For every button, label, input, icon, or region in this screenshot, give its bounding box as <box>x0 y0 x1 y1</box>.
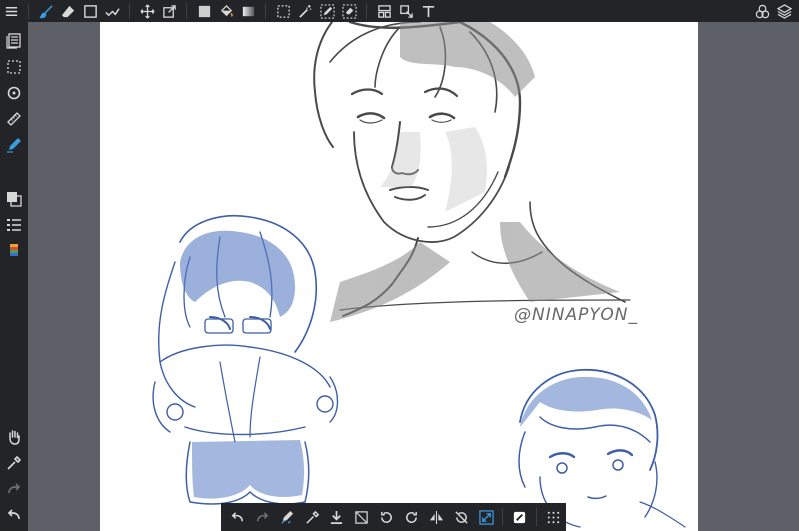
pen-snap-icon[interactable] <box>275 503 300 531</box>
ruler-icon[interactable] <box>3 108 25 130</box>
flip-icon[interactable] <box>424 503 449 531</box>
undo-icon[interactable] <box>3 504 25 526</box>
brush-icon[interactable] <box>35 0 57 22</box>
list-icon[interactable] <box>3 214 25 236</box>
rotate-right-icon[interactable] <box>399 503 424 531</box>
color-swap-icon[interactable] <box>507 503 532 531</box>
select-rect-icon[interactable] <box>272 0 294 22</box>
menu-icon[interactable] <box>0 0 22 22</box>
rotate-left-icon[interactable] <box>374 503 399 531</box>
reset-rotation-icon[interactable] <box>449 503 474 531</box>
left-sidebar <box>0 22 28 531</box>
portrait-skin-shade <box>380 127 487 212</box>
eyedropper-icon[interactable] <box>300 503 325 531</box>
bucket-icon[interactable] <box>215 0 237 22</box>
eraser-icon[interactable] <box>57 0 79 22</box>
select-eraser-icon[interactable] <box>338 0 360 22</box>
toolbar-divider <box>366 3 367 19</box>
redo-icon[interactable] <box>250 503 275 531</box>
fit-screen-icon[interactable] <box>474 503 499 531</box>
bottom-toolbar <box>221 503 566 531</box>
transform-icon[interactable] <box>158 0 180 22</box>
smudge-icon[interactable] <box>101 0 123 22</box>
app-window: @NINAPYON_ <box>0 0 799 531</box>
pages-icon[interactable] <box>3 30 25 52</box>
drawing-canvas[interactable]: @NINAPYON_ <box>100 22 698 531</box>
toolbar-divider <box>502 508 504 526</box>
frame-icon[interactable] <box>373 0 395 22</box>
move-icon[interactable] <box>136 0 158 22</box>
chibi-left-pants-fill <box>192 440 305 499</box>
gradient-icon[interactable] <box>237 0 259 22</box>
select-pen-icon[interactable] <box>316 0 338 22</box>
top-toolbar <box>0 0 799 22</box>
hand-icon[interactable] <box>3 426 25 448</box>
color-icon[interactable] <box>3 240 25 262</box>
materials-icon[interactable] <box>751 0 773 22</box>
artwork <box>152 22 686 528</box>
toolbar-divider <box>28 3 29 19</box>
eyedropper-icon[interactable] <box>3 452 25 474</box>
toolbar-divider <box>536 508 538 526</box>
layer-copy-icon[interactable] <box>3 188 25 210</box>
operation-icon[interactable] <box>395 0 417 22</box>
fill-color-icon[interactable] <box>193 0 215 22</box>
deselect-icon[interactable] <box>349 503 374 531</box>
pen-icon[interactable] <box>3 134 25 156</box>
layers-icon[interactable] <box>773 0 795 22</box>
rectangle-icon[interactable] <box>79 0 101 22</box>
undo-icon[interactable] <box>225 503 250 531</box>
redo-icon[interactable] <box>3 478 25 500</box>
magic-wand-icon[interactable] <box>294 0 316 22</box>
rotate-icon[interactable] <box>3 82 25 104</box>
chibi-left-hair-fill <box>180 230 295 317</box>
toolbar-divider <box>265 3 266 19</box>
text-icon[interactable] <box>417 0 439 22</box>
toolbar-divider <box>129 3 130 19</box>
save-icon[interactable] <box>324 503 349 531</box>
toolbar-divider <box>186 3 187 19</box>
selection-icon[interactable] <box>3 56 25 78</box>
grid-icon[interactable] <box>541 503 566 531</box>
artist-signature: @NINAPYON_ <box>514 305 639 325</box>
